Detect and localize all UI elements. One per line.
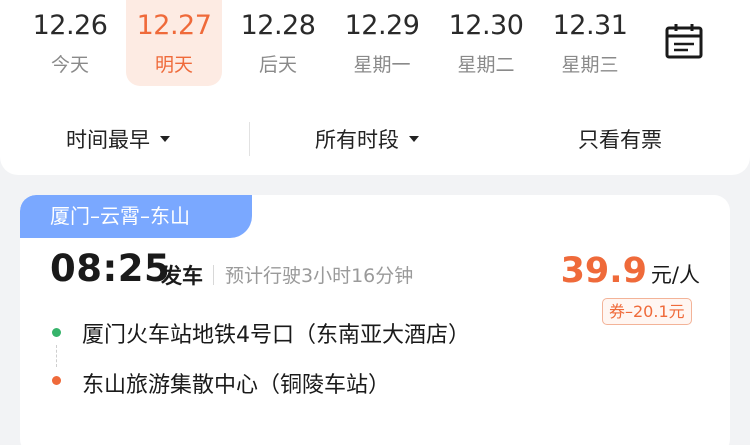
date-tab-date: 12.29 — [344, 10, 420, 41]
sort-earliest-dropdown[interactable]: 时间最早 — [66, 124, 170, 154]
duration-separator — [213, 265, 214, 285]
date-tab-12-28[interactable]: 12.28 后天 — [230, 0, 326, 86]
date-strip: 12.26 今天 12.27 明天 12.28 后天 12.29 星期一 12.… — [0, 0, 750, 90]
available-only-label: 只看有票 — [578, 128, 662, 152]
departure-label: 发车 — [161, 264, 203, 288]
date-tab-weekday: 今天 — [50, 54, 89, 76]
departure-time: 08:25 — [50, 247, 171, 290]
date-tab-date: 12.26 — [32, 10, 108, 41]
route-card[interactable]: 厦门–云霄–东山 08:25 发车 预计行驶3小时16分钟 39.9 元/人 券… — [20, 195, 730, 445]
caret-down-icon — [160, 136, 170, 142]
coupon-badge: 券–20.1元 — [602, 298, 692, 325]
date-tab-weekday: 星期二 — [457, 54, 515, 76]
price: 39.9 元/人 — [561, 251, 700, 291]
calendar-icon[interactable] — [664, 22, 704, 60]
destination-station: 东山旅游集散中心（铜陵车站） — [82, 373, 391, 398]
date-tab-weekday: 后天 — [258, 54, 297, 76]
origin-dot-icon — [52, 328, 61, 337]
filter-divider — [249, 122, 250, 156]
date-tab-date: 12.30 — [448, 10, 524, 41]
origin-station: 厦门火车站地铁4号口（东南亚大酒店） — [82, 323, 470, 348]
caret-down-icon — [409, 136, 419, 142]
date-tab-date: 12.31 — [552, 10, 628, 41]
date-tab-12-31[interactable]: 12.31 星期三 — [542, 0, 638, 86]
date-tab-date: 12.27 — [136, 10, 212, 41]
sort-label: 时间最早 — [66, 128, 150, 152]
date-tab-date: 12.28 — [240, 10, 316, 41]
date-tab-12-26[interactable]: 12.26 今天 — [22, 0, 118, 86]
time-period-dropdown[interactable]: 所有时段 — [315, 124, 419, 154]
filter-bar: 时间最早 所有时段 只看有票 — [0, 110, 750, 168]
date-tab-weekday: 明天 — [154, 54, 193, 76]
price-value: 39.9 — [560, 251, 647, 291]
date-tab-12-27[interactable]: 12.27 明天 — [126, 0, 222, 86]
trip-duration: 预计行驶3小时16分钟 — [225, 265, 414, 287]
date-tab-12-29[interactable]: 12.29 星期一 — [334, 0, 430, 86]
route-tag: 厦门–云霄–东山 — [20, 195, 252, 238]
available-only-toggle[interactable]: 只看有票 — [578, 124, 662, 154]
top-panel: 12.26 今天 12.27 明天 12.28 后天 12.29 星期一 12.… — [0, 0, 750, 175]
route-connector — [56, 345, 57, 367]
price-unit: 元/人 — [650, 263, 700, 287]
date-tab-12-30[interactable]: 12.30 星期二 — [438, 0, 534, 86]
destination-dot-icon — [52, 376, 61, 385]
date-tab-weekday: 星期一 — [353, 54, 411, 76]
date-tab-weekday: 星期三 — [561, 54, 619, 76]
period-label: 所有时段 — [315, 128, 399, 152]
